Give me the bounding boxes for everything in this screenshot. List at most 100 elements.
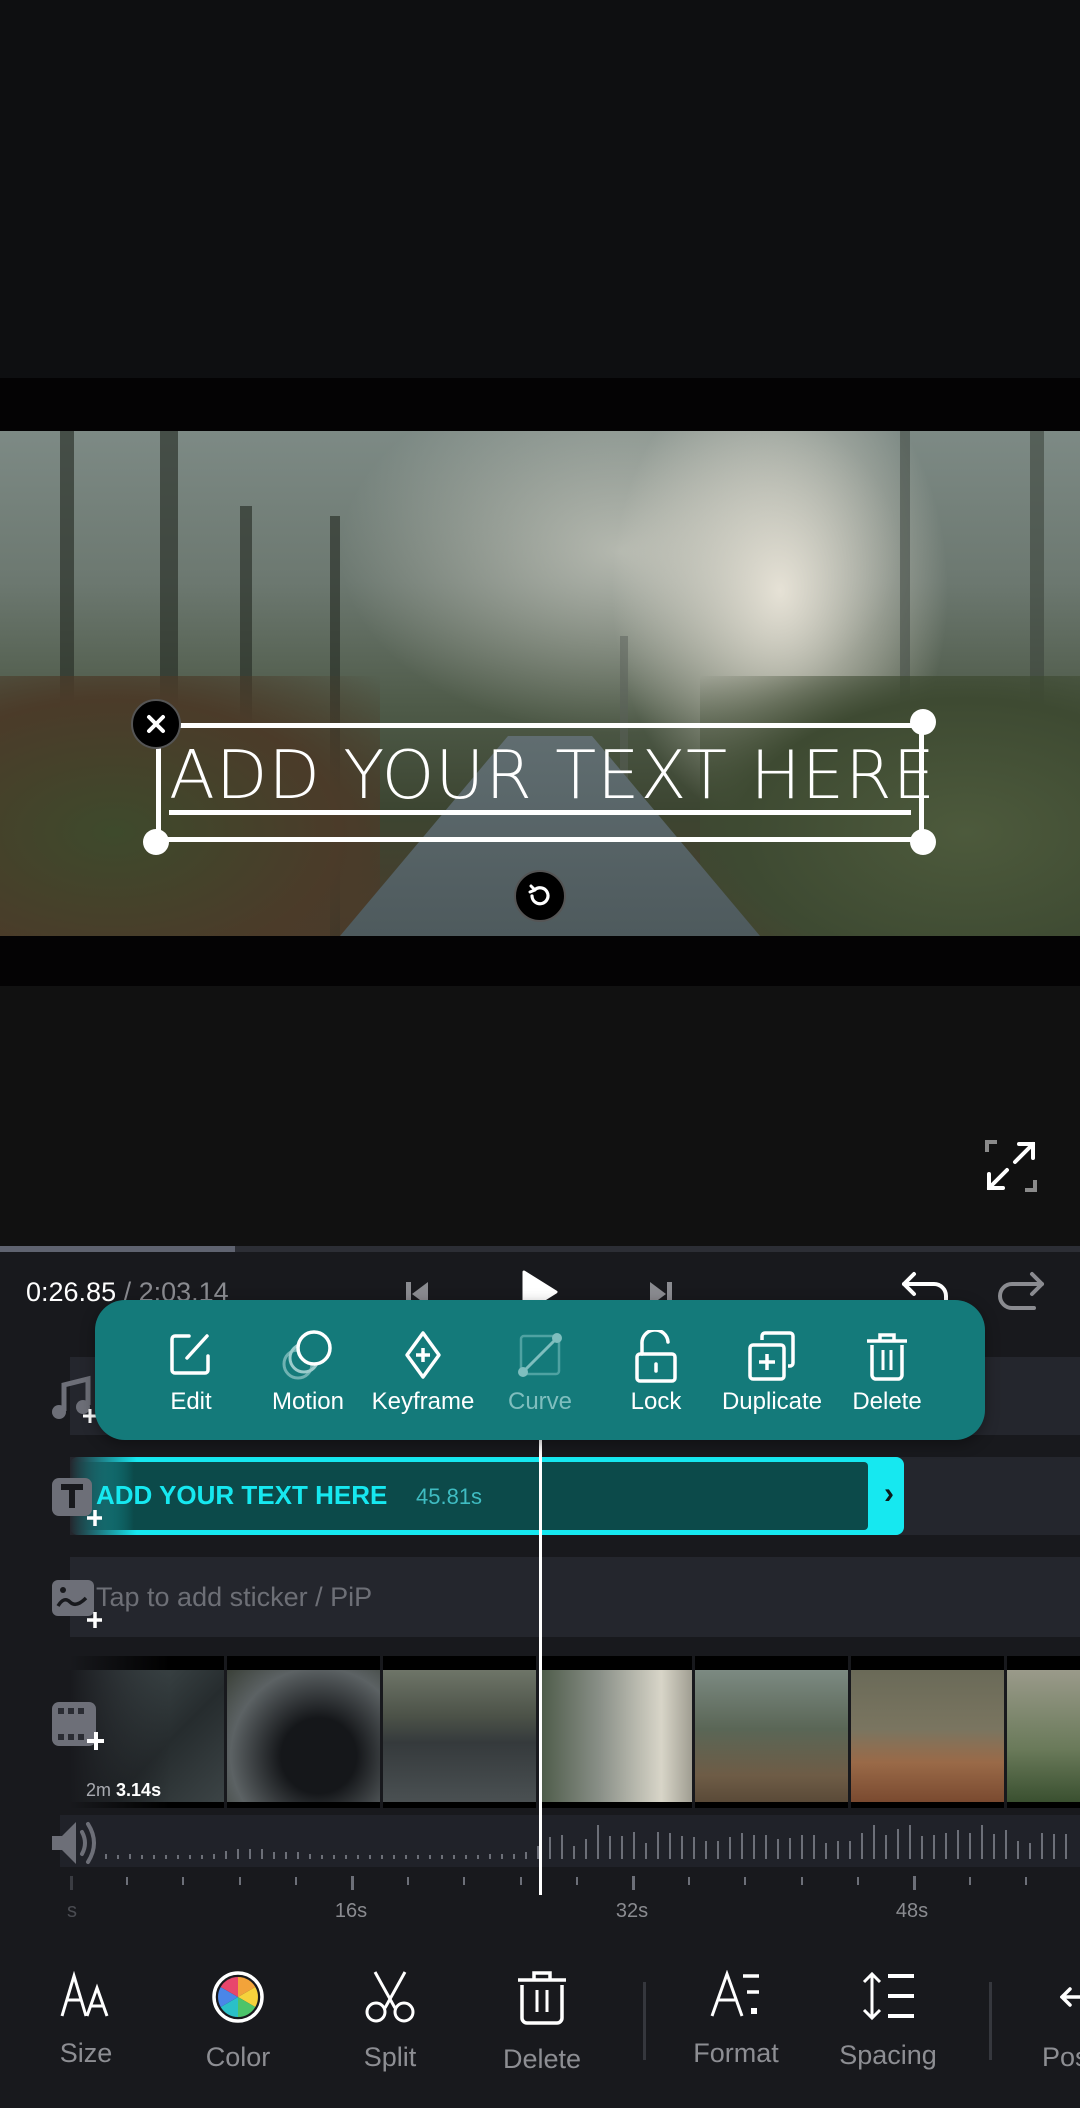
ruler-major-tick bbox=[632, 1876, 635, 1890]
video-preview[interactable] bbox=[0, 431, 1080, 936]
waveform-bar bbox=[321, 1854, 323, 1859]
text-clip-duration: 45.81s bbox=[416, 1484, 483, 1509]
waveform-bar bbox=[753, 1834, 755, 1859]
waveform-bar bbox=[405, 1855, 407, 1859]
waveform-bar bbox=[1041, 1832, 1043, 1859]
waveform-bar bbox=[957, 1829, 959, 1859]
tool-size[interactable]: Size bbox=[21, 1970, 151, 2069]
edit-button[interactable]: Edit bbox=[136, 1330, 246, 1430]
video-clip-strip[interactable] bbox=[70, 1656, 1080, 1808]
toolbar-divider bbox=[643, 1982, 646, 2060]
waveform-bar bbox=[969, 1832, 971, 1859]
duplicate-button[interactable]: Duplicate bbox=[717, 1330, 827, 1430]
playhead[interactable] bbox=[539, 1440, 542, 1895]
add-music-icon[interactable] bbox=[50, 1375, 97, 1423]
delete-button[interactable]: Delete bbox=[832, 1330, 942, 1430]
ruler-label: 32s bbox=[615, 1900, 649, 1922]
waveform-bar bbox=[801, 1834, 803, 1859]
letterbox-bottom bbox=[0, 936, 1080, 986]
toolbar-divider bbox=[989, 1982, 992, 2060]
waveform-bar bbox=[417, 1855, 419, 1859]
tool-format[interactable]: Format bbox=[671, 1970, 801, 2069]
waveform-bar bbox=[849, 1840, 851, 1859]
ruler-minor-tick bbox=[182, 1877, 185, 1885]
waveform-bar bbox=[693, 1837, 695, 1859]
waveform-bar bbox=[345, 1855, 347, 1859]
fullscreen-icon[interactable] bbox=[983, 1138, 1039, 1194]
waveform-bar bbox=[213, 1853, 215, 1859]
close-icon[interactable] bbox=[131, 699, 181, 749]
text-overlay[interactable]: ADD YOUR TEXT HERE bbox=[169, 742, 936, 809]
waveform-bar bbox=[333, 1854, 335, 1859]
waveform-bar bbox=[909, 1824, 911, 1859]
waveform-bar bbox=[669, 1832, 671, 1859]
waveform-bar bbox=[105, 1853, 107, 1859]
video-duration: 2m 3.14s bbox=[86, 1780, 162, 1800]
waveform-bar bbox=[477, 1854, 479, 1859]
ruler-minor-tick bbox=[407, 1877, 410, 1885]
video-thumbnail bbox=[695, 1670, 848, 1802]
ruler-minor-tick bbox=[294, 1877, 297, 1885]
tool-split[interactable]: Split bbox=[325, 1970, 455, 2073]
video-thumbnail bbox=[851, 1670, 1004, 1802]
waveform-bar bbox=[129, 1853, 131, 1859]
ruler-minor-tick bbox=[856, 1877, 859, 1885]
waveform-bar bbox=[237, 1849, 239, 1859]
waveform-bar bbox=[813, 1834, 815, 1859]
lock-button[interactable]: Lock bbox=[601, 1330, 711, 1430]
add-text-icon[interactable] bbox=[50, 1476, 102, 1526]
ruler-major-tick bbox=[70, 1876, 73, 1890]
waveform-bar bbox=[681, 1836, 683, 1859]
ruler-minor-tick bbox=[575, 1877, 578, 1885]
ruler-major-tick bbox=[351, 1876, 354, 1890]
waveform-bar bbox=[1065, 1834, 1067, 1859]
waveform-bar bbox=[429, 1855, 431, 1859]
scissors-icon bbox=[365, 1971, 415, 2023]
video-thumbnail bbox=[1007, 1670, 1080, 1802]
waveform-bar bbox=[825, 1843, 827, 1859]
clip-context-menu: Edit Motion Keyframe Curve Lock Duplicat… bbox=[95, 1300, 985, 1440]
color-wheel-icon bbox=[212, 1971, 264, 2023]
duplicate-icon bbox=[748, 1331, 795, 1381]
waveform-bar bbox=[861, 1832, 863, 1859]
redo-icon[interactable] bbox=[994, 1270, 1046, 1319]
ruler-minor-tick bbox=[800, 1877, 803, 1885]
trash-icon bbox=[867, 1333, 907, 1381]
trim-handle-right[interactable]: › bbox=[884, 1477, 894, 1511]
waveform-bar bbox=[393, 1855, 395, 1859]
waveform-bar bbox=[501, 1853, 503, 1859]
motion-icon bbox=[282, 1330, 332, 1380]
text-overlay-box[interactable]: ADD YOUR TEXT HERE bbox=[156, 723, 935, 842]
edit-icon bbox=[170, 1334, 210, 1375]
tool-position[interactable]: Position bbox=[1025, 1970, 1080, 2073]
motion-button[interactable]: Motion bbox=[253, 1330, 363, 1430]
tool-delete[interactable]: Delete bbox=[477, 1970, 607, 2075]
video-thumbnail bbox=[383, 1670, 536, 1802]
audio-waveform[interactable] bbox=[60, 1815, 1080, 1867]
waveform-bar bbox=[549, 1837, 551, 1859]
resize-handle-bottom-right[interactable] bbox=[910, 829, 936, 855]
waveform-bar bbox=[165, 1854, 167, 1859]
ruler-minor-tick bbox=[238, 1877, 241, 1885]
text-underline bbox=[169, 810, 911, 815]
waveform-bar bbox=[729, 1837, 731, 1859]
text-clip[interactable]: ADD YOUR TEXT HERE 45.81s › bbox=[70, 1457, 904, 1535]
waveform-bar bbox=[777, 1839, 779, 1859]
sticker-hint[interactable]: Tap to add sticker / PiP bbox=[96, 1582, 372, 1613]
tool-color[interactable]: Color bbox=[173, 1970, 303, 2073]
rotate-icon[interactable] bbox=[514, 870, 566, 922]
waveform-bar bbox=[249, 1849, 251, 1859]
add-sticker-icon[interactable] bbox=[50, 1578, 102, 1628]
tool-spacing[interactable]: Spacing bbox=[823, 1970, 953, 2071]
add-video-icon[interactable] bbox=[50, 1700, 104, 1750]
waveform-bar bbox=[177, 1854, 179, 1859]
waveform-bar bbox=[261, 1849, 263, 1859]
resize-handle-bottom-left[interactable] bbox=[143, 829, 169, 855]
curve-button[interactable]: Curve bbox=[485, 1330, 595, 1430]
keyframe-button[interactable]: Keyframe bbox=[368, 1330, 478, 1430]
waveform-bar bbox=[1029, 1843, 1031, 1859]
volume-icon[interactable] bbox=[48, 1818, 96, 1864]
waveform-bar bbox=[309, 1853, 311, 1859]
resize-handle-top-right[interactable] bbox=[910, 709, 936, 735]
waveform-bar bbox=[117, 1854, 119, 1859]
